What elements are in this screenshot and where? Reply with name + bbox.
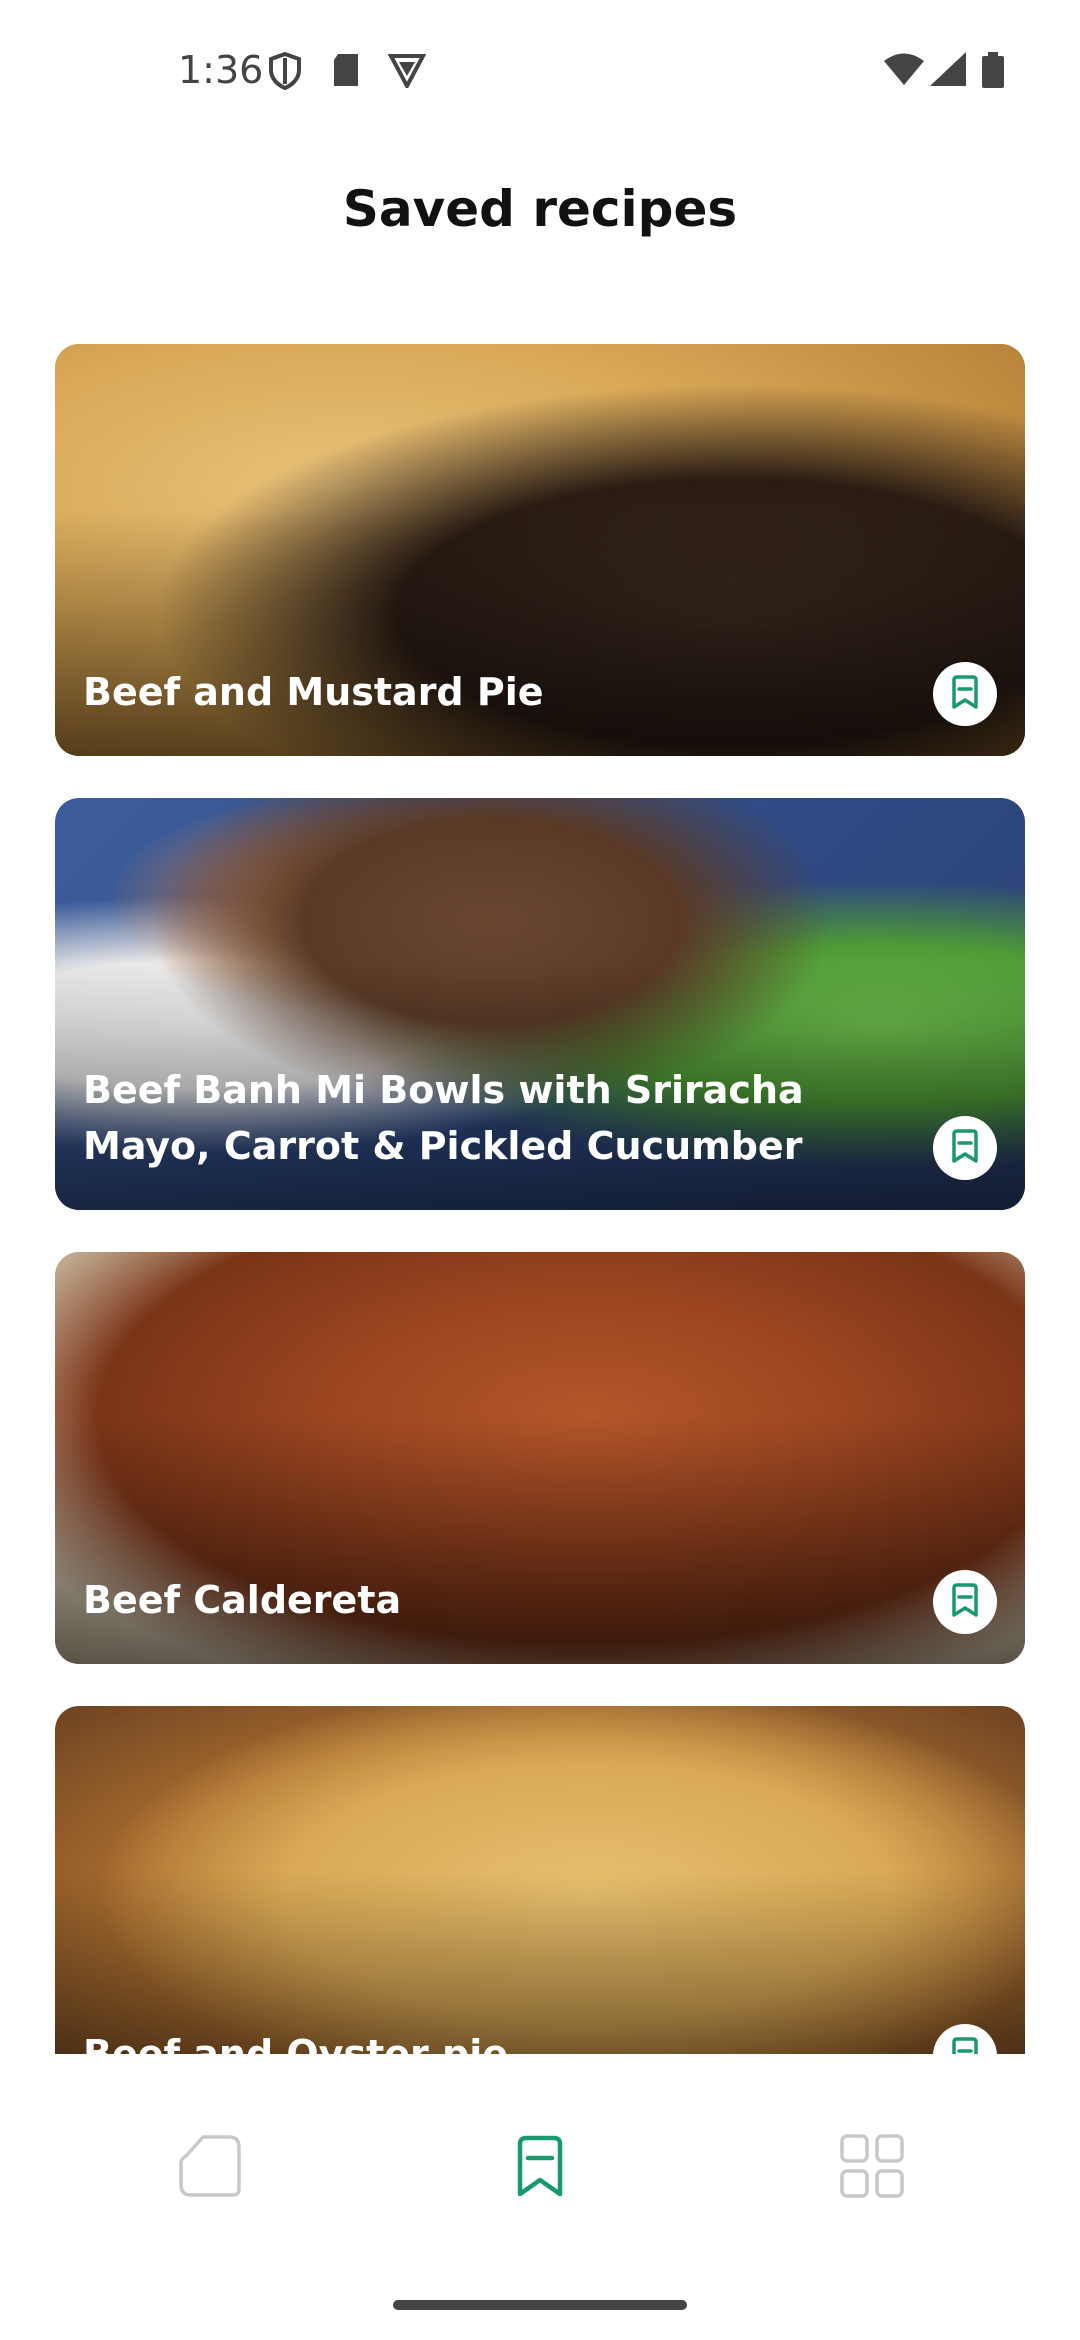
bookmark-icon: [948, 2036, 982, 2054]
battery-icon: [982, 52, 1004, 88]
recipe-card[interactable]: Beef Caldereta: [55, 1252, 1025, 1664]
recipe-card[interactable]: Beef and Oyster pie: [55, 1706, 1025, 2054]
bookmark-button[interactable]: [933, 1570, 997, 1634]
bookmark-icon: [512, 2134, 568, 2202]
shield-icon: [268, 52, 302, 90]
wifi-icon: [884, 52, 924, 86]
home-icon: [177, 2133, 243, 2203]
signal-icon: [930, 52, 966, 86]
recipe-title: Beef Banh Mi Bowls with Sriracha Mayo, C…: [83, 1068, 804, 1168]
recipe-card[interactable]: Beef and Mustard Pie: [55, 344, 1025, 756]
bookmark-icon: [948, 1582, 982, 1622]
sd-card-icon: [330, 52, 362, 88]
recipe-card[interactable]: Beef Banh Mi Bowls with Sriracha Mayo, C…: [55, 798, 1025, 1210]
grid-icon: [839, 2133, 905, 2203]
recipe-title: Beef and Oyster pie: [83, 2032, 508, 2054]
saved-recipes-list[interactable]: Beef and Mustard Pie Beef Banh Mi Bowls …: [55, 344, 1025, 2054]
nav-home-button[interactable]: [170, 2128, 250, 2208]
bookmark-icon: [948, 1128, 982, 1168]
recipe-title: Beef and Mustard Pie: [83, 670, 544, 714]
status-bar: 1:36: [0, 0, 1080, 140]
bookmark-button[interactable]: [933, 662, 997, 726]
page-title: Saved recipes: [342, 180, 738, 238]
status-time: 1:36: [178, 48, 264, 92]
bottom-navigation: [0, 2054, 1080, 2340]
recipe-title: Beef Caldereta: [83, 1578, 402, 1622]
nav-saved-button[interactable]: [500, 2128, 580, 2208]
bookmark-button[interactable]: [933, 1116, 997, 1180]
vpn-icon: [388, 52, 426, 88]
gesture-home-indicator[interactable]: [393, 2300, 687, 2310]
bookmark-icon: [948, 674, 982, 714]
nav-categories-button[interactable]: [832, 2128, 912, 2208]
